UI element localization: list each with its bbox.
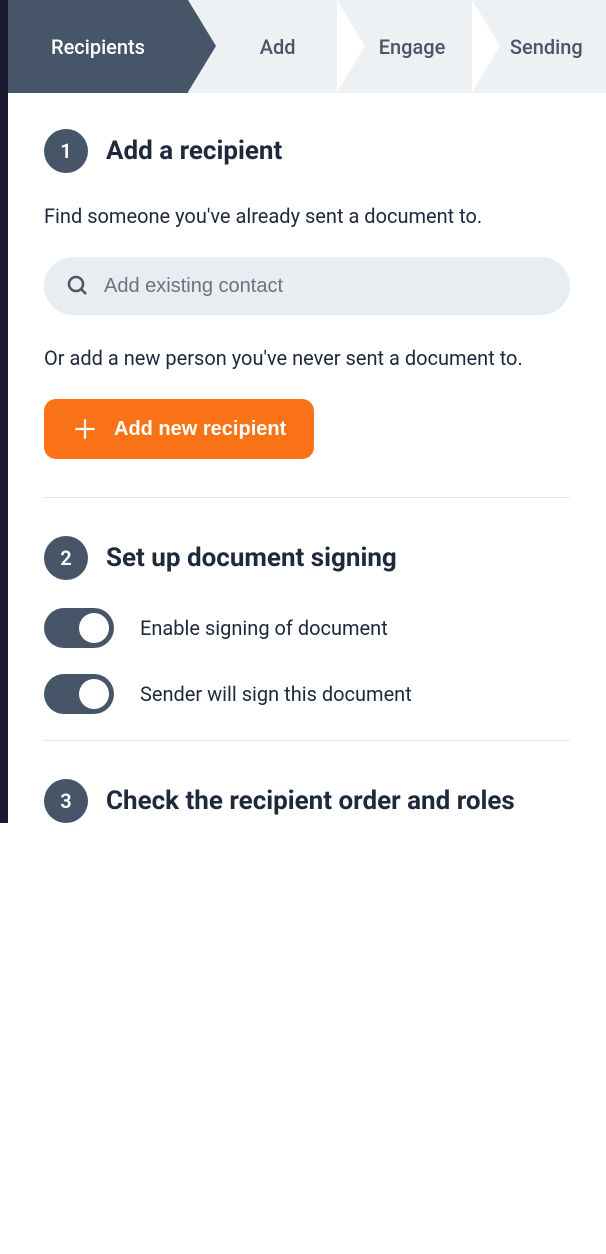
add-new-recipient-button[interactable]: Add new recipient (44, 399, 314, 459)
app-container: Recipients Add Engage Sending 1 Add a re… (0, 0, 606, 823)
section-header: 3 Check the recipient order and roles (44, 779, 570, 823)
step-badge-1: 1 (44, 129, 88, 173)
toggle-enable-signing[interactable] (44, 608, 114, 648)
step-label: Engage (379, 35, 446, 59)
section-header: 2 Set up document signing (44, 536, 570, 580)
stepper-nav: Recipients Add Engage Sending (8, 0, 606, 93)
content-area: 1 Add a recipient Find someone you've al… (8, 93, 606, 823)
step-badge-3: 3 (44, 779, 88, 823)
divider (44, 740, 570, 741)
step-recipients[interactable]: Recipients (8, 0, 188, 93)
search-container[interactable] (44, 257, 570, 315)
step-number: 2 (60, 546, 71, 570)
section-recipient-order: 3 Check the recipient order and roles (44, 779, 570, 823)
step-badge-2: 2 (44, 536, 88, 580)
step-number: 1 (60, 139, 71, 163)
step-label: Add (260, 35, 296, 59)
section-document-signing: 2 Set up document signing Enable signing… (44, 536, 570, 741)
search-icon (66, 274, 90, 298)
section-add-recipient: 1 Add a recipient Find someone you've al… (44, 129, 570, 498)
toggle-row-enable-signing: Enable signing of document (44, 608, 570, 648)
toggle-label: Enable signing of document (140, 616, 388, 640)
step-label: Sending (510, 35, 583, 59)
section-title: Set up document signing (106, 543, 397, 573)
search-input[interactable] (104, 275, 548, 298)
toggle-sender-sign[interactable] (44, 674, 114, 714)
plus-icon (72, 416, 98, 442)
toggle-row-sender-sign: Sender will sign this document (44, 674, 570, 714)
toggle-label: Sender will sign this document (140, 682, 412, 706)
step-engage[interactable]: Engage (337, 0, 471, 93)
find-existing-description: Find someone you've already sent a docum… (44, 201, 570, 231)
step-sending[interactable]: Sending (472, 0, 606, 93)
section-header: 1 Add a recipient (44, 129, 570, 173)
divider (44, 497, 570, 498)
step-label: Recipients (51, 35, 145, 59)
section-title: Check the recipient order and roles (106, 786, 515, 816)
section-title: Add a recipient (106, 136, 282, 166)
add-new-description: Or add a new person you've never sent a … (44, 343, 570, 373)
add-button-label: Add new recipient (114, 418, 286, 441)
step-number: 3 (60, 789, 71, 813)
